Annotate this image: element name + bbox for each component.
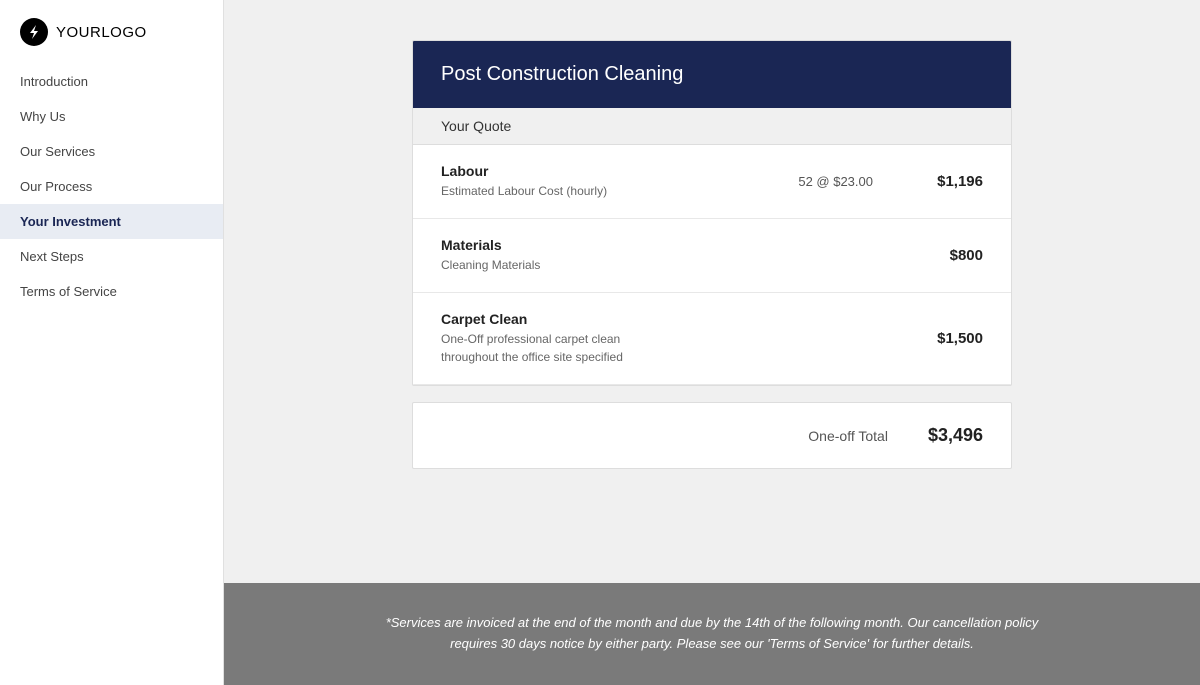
quote-header: Post Construction Cleaning: [413, 41, 1011, 108]
quote-row-left-labour: Labour Estimated Labour Cost (hourly): [441, 163, 758, 200]
total-amount: $3,496: [928, 425, 983, 446]
quote-row-carpet-clean: Carpet Clean One-Off professional carpet …: [413, 293, 1011, 385]
sidebar-item-your-investment[interactable]: Your Investment: [0, 204, 223, 239]
content-area: Post Construction Cleaning Your Quote La…: [224, 0, 1200, 583]
quote-row-left-materials: Materials Cleaning Materials: [441, 237, 913, 274]
quote-row-left-carpet-clean: Carpet Clean One-Off professional carpet …: [441, 311, 913, 366]
quote-row-desc-carpet-clean: One-Off professional carpet clean throug…: [441, 330, 913, 366]
quote-row-title-labour: Labour: [441, 163, 758, 179]
quote-row-desc-labour: Estimated Labour Cost (hourly): [441, 182, 758, 200]
quote-row-amount-labour: $1,196: [913, 173, 983, 190]
footer-text: *Services are invoiced at the end of the…: [362, 613, 1062, 655]
sidebar: YOURLOGO IntroductionWhy UsOur ServicesO…: [0, 0, 224, 685]
quote-title: Post Construction Cleaning: [441, 63, 683, 85]
logo-text: YOURLOGO: [56, 24, 147, 41]
quote-row-amount-materials: $800: [913, 247, 983, 264]
quote-row-labour: Labour Estimated Labour Cost (hourly) 52 @…: [413, 145, 1011, 219]
sidebar-item-our-process[interactable]: Our Process: [0, 169, 223, 204]
quote-row-desc-materials: Cleaning Materials: [441, 256, 913, 274]
quote-section-header: Your Quote: [413, 108, 1011, 145]
sidebar-item-introduction[interactable]: Introduction: [0, 64, 223, 99]
sidebar-item-why-us[interactable]: Why Us: [0, 99, 223, 134]
total-label: One-off Total: [808, 428, 888, 444]
quote-row-materials: Materials Cleaning Materials$800: [413, 219, 1011, 293]
app-container: YOURLOGO IntroductionWhy UsOur ServicesO…: [0, 0, 1200, 685]
quote-row-amount-carpet-clean: $1,500: [913, 330, 983, 347]
main-content: Post Construction Cleaning Your Quote La…: [224, 0, 1200, 685]
sidebar-item-next-steps[interactable]: Next Steps: [0, 239, 223, 274]
quote-row-meta-labour: 52 @ $23.00: [798, 174, 873, 189]
sidebar-item-terms-of-service[interactable]: Terms of Service: [0, 274, 223, 309]
sidebar-item-our-services[interactable]: Our Services: [0, 134, 223, 169]
quote-row-title-carpet-clean: Carpet Clean: [441, 311, 913, 327]
quote-body: Your Quote Labour Estimated Labour Cost (…: [413, 108, 1011, 385]
footer: *Services are invoiced at the end of the…: [224, 583, 1200, 685]
logo-icon: [20, 18, 48, 46]
quote-total-card: One-off Total $3,496: [412, 402, 1012, 469]
sidebar-nav: IntroductionWhy UsOur ServicesOur Proces…: [0, 64, 223, 309]
quote-card: Post Construction Cleaning Your Quote La…: [412, 40, 1012, 386]
logo: YOURLOGO: [0, 0, 223, 64]
quote-row-title-materials: Materials: [441, 237, 913, 253]
